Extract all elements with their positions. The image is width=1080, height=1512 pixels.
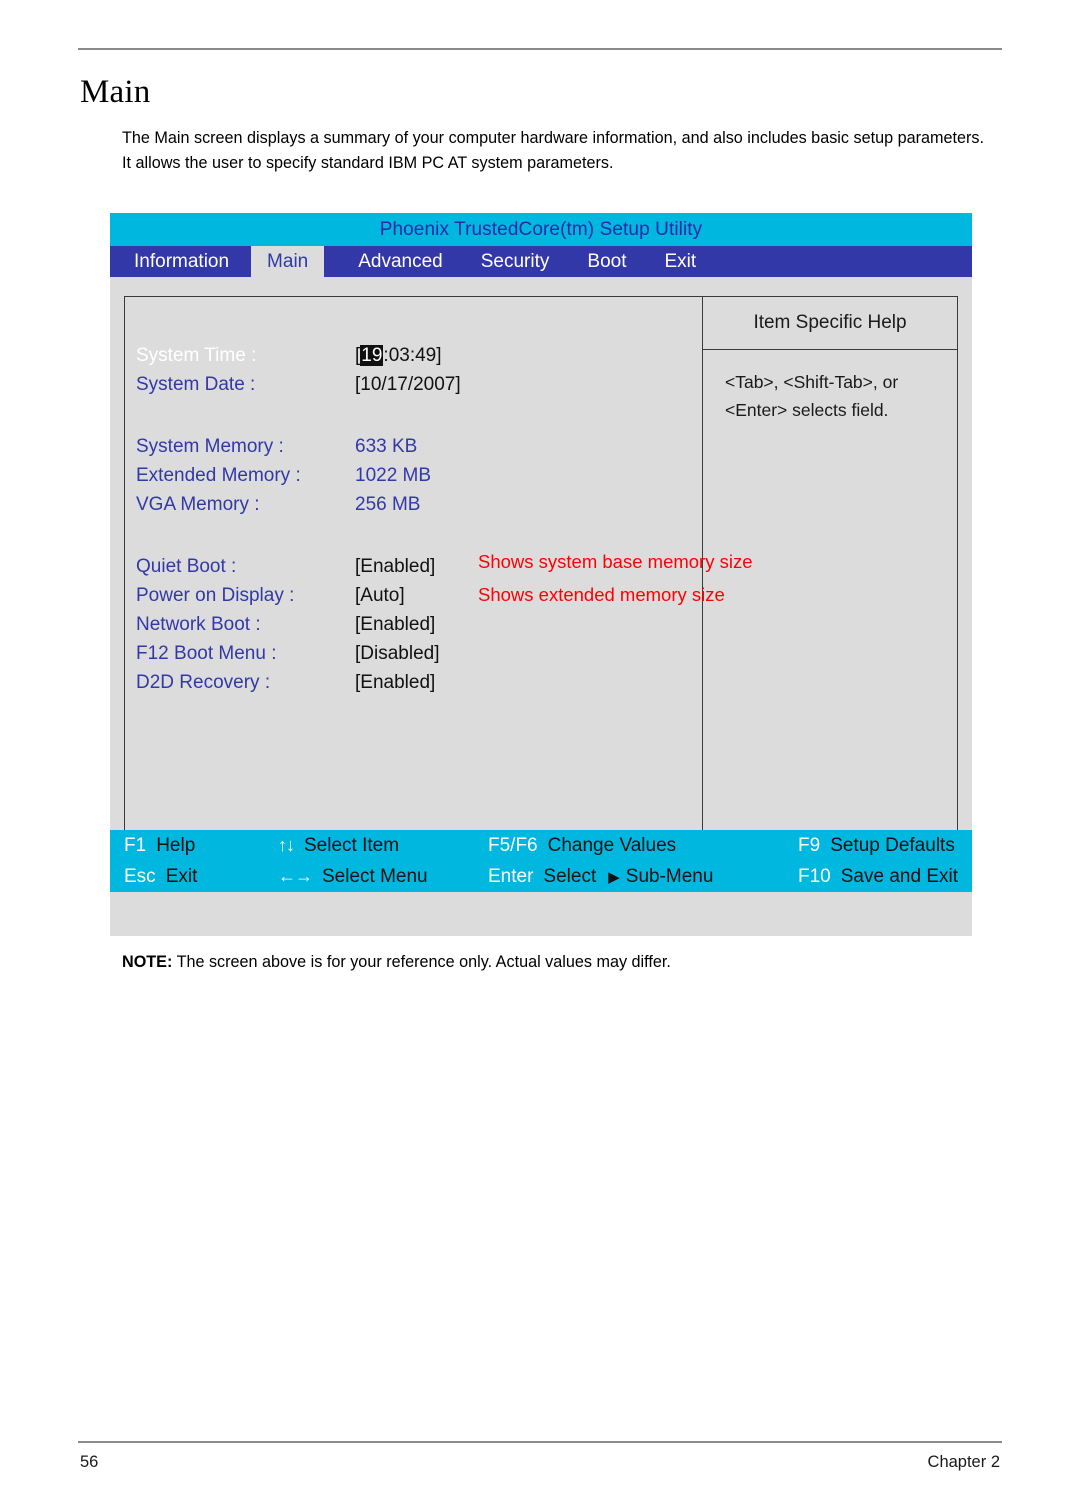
setting-value: 633 KB xyxy=(355,435,418,457)
fkey-label: Select Item xyxy=(304,834,400,856)
setting-label: System Memory : xyxy=(136,435,284,457)
settings-group-spacer xyxy=(133,399,693,432)
fkey-label-secondary: Sub-Menu xyxy=(625,865,714,887)
fkey-help[interactable]: F1 Help xyxy=(118,835,278,857)
annotation-extended-memory: Shows extended memory size xyxy=(478,584,725,605)
setting-row-extended-memory: Extended Memory : 1022 MB xyxy=(133,461,693,490)
setting-label: VGA Memory : xyxy=(136,493,260,515)
fkey-key: Enter xyxy=(488,865,534,887)
tab-gap xyxy=(324,246,342,277)
setting-row-system-date[interactable]: System Date : [10/17/2007] xyxy=(133,370,693,399)
page-bottom-rule xyxy=(78,1441,1002,1443)
submenu-triangle-icon: ▶ xyxy=(608,868,620,886)
help-line-1: <Tab>, <Shift-Tab>, or xyxy=(725,372,899,392)
item-specific-help-panel: Item Specific Help <Tab>, <Shift-Tab>, o… xyxy=(703,297,957,851)
fkey-label: Change Values xyxy=(547,834,677,856)
help-line-2: <Enter> selects field. xyxy=(725,400,889,420)
setting-row-network-boot[interactable]: Network Boot : [Enabled] xyxy=(133,610,693,639)
up-down-arrow-icon: ↑↓ xyxy=(278,834,295,855)
fkey-select-menu[interactable]: ←→ Select Menu xyxy=(278,866,488,888)
settings-panel: System Time : [19:03:49] System Date : [… xyxy=(125,297,703,851)
setting-value[interactable]: [Enabled] xyxy=(355,672,435,694)
page-number: 56 xyxy=(80,1453,99,1471)
bios-setup-screen: Phoenix TrustedCore(tm) Setup Utility In… xyxy=(110,213,972,936)
fkey-select-submenu[interactable]: Enter Select ▶ Sub-Menu xyxy=(488,866,798,888)
setting-label: D2D Recovery : xyxy=(136,671,271,693)
bios-panels: System Time : [19:03:49] System Date : [… xyxy=(124,296,958,852)
note-text: The screen above is for your reference o… xyxy=(172,953,671,971)
settings-list: System Time : [19:03:49] System Date : [… xyxy=(133,341,693,697)
settings-group-spacer xyxy=(133,519,693,552)
tab-main[interactable]: Main xyxy=(251,246,325,277)
setting-label: Extended Memory : xyxy=(136,464,301,486)
time-hour-cursor[interactable]: 19 xyxy=(360,344,384,366)
setting-value[interactable]: [Enabled] xyxy=(355,556,435,578)
fkey-key: Esc xyxy=(124,865,156,887)
tab-information[interactable]: Information xyxy=(118,246,245,277)
annotation-base-memory: Shows system base memory size xyxy=(478,551,753,572)
fkey-label: Save and Exit xyxy=(840,865,958,887)
chapter-label: Chapter 2 xyxy=(927,1453,1000,1471)
setting-row-system-memory: System Memory : 633 KB xyxy=(133,432,693,461)
fkey-label: Help xyxy=(156,834,196,856)
fkey-change-values[interactable]: F5/F6 Change Values xyxy=(488,835,798,857)
tab-advanced[interactable]: Advanced xyxy=(342,246,459,277)
note-paragraph: NOTE: The screen above is for your refer… xyxy=(122,950,982,974)
setting-row-system-time[interactable]: System Time : [19:03:49] xyxy=(133,341,693,370)
fkey-label: Exit xyxy=(165,865,198,887)
setting-value[interactable]: [19:03:49] xyxy=(355,344,442,367)
function-key-row-1: F1 Help ↑↓ Select Item F5/F6 Change Valu… xyxy=(118,830,972,861)
function-key-row-2: Esc Exit ←→ Select Menu Enter Select ▶ S… xyxy=(118,861,972,892)
setting-label: Power on Display : xyxy=(136,584,295,606)
fkey-label: Setup Defaults xyxy=(830,834,955,856)
setting-label: System Time : xyxy=(136,344,257,366)
intro-paragraph: The Main screen displays a summary of yo… xyxy=(122,129,984,172)
fkey-save-and-exit[interactable]: F10 Save and Exit xyxy=(798,866,968,888)
page-title: Main xyxy=(80,74,151,110)
fkey-key: F9 xyxy=(798,834,821,856)
function-key-bar: F1 Help ↑↓ Select Item F5/F6 Change Valu… xyxy=(110,830,972,892)
setting-label: System Date : xyxy=(136,373,256,395)
fkey-exit[interactable]: Esc Exit xyxy=(118,866,278,888)
fkey-key: F5/F6 xyxy=(488,834,538,856)
fkey-label: Select Menu xyxy=(322,865,428,887)
setting-value[interactable]: [Enabled] xyxy=(355,614,435,636)
setting-row-vga-memory: VGA Memory : 256 MB xyxy=(133,490,693,519)
bios-title-bar: Phoenix TrustedCore(tm) Setup Utility xyxy=(110,213,972,246)
setting-label: F12 Boot Menu : xyxy=(136,642,277,664)
tab-exit[interactable]: Exit xyxy=(648,246,712,277)
fkey-key: F1 xyxy=(124,834,147,856)
fkey-setup-defaults[interactable]: F9 Setup Defaults xyxy=(798,835,968,857)
setting-value[interactable]: [10/17/2007] xyxy=(355,374,461,396)
left-right-arrow-icon: ←→ xyxy=(278,865,313,886)
setting-value[interactable]: [Auto] xyxy=(355,585,405,607)
bios-menu-bar[interactable]: Information Main Advanced Security Boot … xyxy=(110,246,972,277)
setting-value[interactable]: [Disabled] xyxy=(355,643,440,665)
setting-label: Network Boot : xyxy=(136,613,261,635)
page-top-rule xyxy=(78,48,1002,50)
tab-security[interactable]: Security xyxy=(465,246,566,277)
setting-value: 1022 MB xyxy=(355,464,432,486)
fkey-select-item[interactable]: ↑↓ Select Item xyxy=(278,835,488,857)
setting-row-d2d-recovery[interactable]: D2D Recovery : [Enabled] xyxy=(133,668,693,697)
tab-boot[interactable]: Boot xyxy=(571,246,642,277)
setting-label: Quiet Boot : xyxy=(136,555,237,577)
help-panel-title: Item Specific Help xyxy=(703,297,957,350)
fkey-label: Select xyxy=(543,865,597,887)
bios-body: System Time : [19:03:49] System Date : [… xyxy=(110,277,972,892)
note-label: NOTE: xyxy=(122,953,173,971)
fkey-key: F10 xyxy=(798,865,831,887)
setting-value: 256 MB xyxy=(355,493,421,515)
setting-row-f12-boot-menu[interactable]: F12 Boot Menu : [Disabled] xyxy=(133,639,693,668)
help-panel-body: <Tab>, <Shift-Tab>, or <Enter> selects f… xyxy=(703,350,957,424)
